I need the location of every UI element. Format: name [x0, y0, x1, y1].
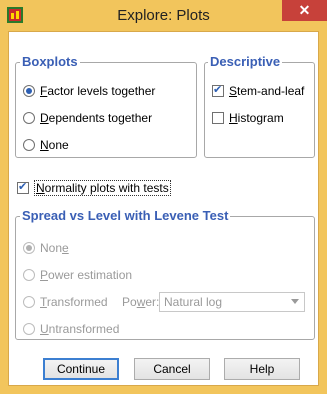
dependents-together-option[interactable]: Dependents together: [23, 110, 152, 126]
untransformed-label: Untransformed: [40, 322, 120, 336]
normality-plots-checkbox[interactable]: [17, 180, 29, 194]
histogram-option[interactable]: Histogram: [212, 110, 284, 126]
histogram-checkbox[interactable]: [212, 112, 224, 124]
histogram-label: Histogram: [229, 111, 284, 125]
power-field-label: Power:: [122, 295, 160, 309]
normality-plots-label: Normality plots with tests: [34, 180, 171, 196]
transformed-option[interactable]: Transformed: [23, 294, 108, 310]
power-select[interactable]: Natural log: [159, 292, 305, 312]
window-title: Explore: Plots: [117, 7, 210, 24]
factor-levels-together-radio[interactable]: [23, 85, 35, 97]
power-estimation-radio[interactable]: [23, 269, 35, 281]
descriptive-group-label: Descriptive: [208, 54, 283, 69]
power-estimation-option[interactable]: Power estimation: [23, 267, 132, 283]
none-boxplot-label: None: [40, 138, 69, 152]
spread-vs-level-group: Spread vs Level with Levene Test None Po…: [15, 208, 315, 340]
explore-plots-dialog: Explore: Plots ✕ Boxplots Factor levels …: [0, 0, 327, 394]
normality-plots-option[interactable]: Normality plots with tests: [17, 180, 171, 196]
close-icon: ✕: [298, 2, 311, 18]
dependents-together-label: Dependents together: [40, 111, 153, 125]
stem-and-leaf-checkbox[interactable]: [212, 83, 224, 97]
stem-and-leaf-label: Stem-and-leaf: [229, 84, 305, 98]
continue-button[interactable]: Continue: [43, 358, 119, 380]
untransformed-option[interactable]: Untransformed: [23, 321, 119, 337]
cancel-button[interactable]: Cancel: [134, 358, 210, 380]
boxplots-group-label: Boxplots: [20, 54, 80, 69]
dialog-body: Boxplots Factor levels together Dependen…: [8, 31, 319, 386]
none-boxplot-radio[interactable]: [23, 139, 35, 151]
transformed-label: Transformed: [40, 295, 108, 309]
boxplots-group: Boxplots Factor levels together Dependen…: [15, 54, 197, 158]
dependents-together-radio[interactable]: [23, 112, 35, 124]
spread-none-option[interactable]: None: [23, 240, 69, 256]
title-bar[interactable]: Explore: Plots ✕: [0, 0, 327, 31]
spread-none-radio[interactable]: [23, 242, 35, 254]
power-select-value: Natural log: [164, 295, 223, 309]
chevron-down-icon: [291, 299, 299, 304]
factor-levels-together-option[interactable]: Factor levels together: [23, 83, 155, 99]
none-boxplot-option[interactable]: None: [23, 137, 69, 153]
help-button[interactable]: Help: [224, 358, 300, 380]
spread-none-label: None: [40, 241, 69, 255]
stem-and-leaf-option[interactable]: Stem-and-leaf: [212, 83, 304, 99]
factor-levels-together-label: Factor levels together: [40, 84, 156, 98]
transformed-radio[interactable]: [23, 296, 35, 308]
descriptive-group: Descriptive Stem-and-leaf Histogram: [204, 54, 315, 158]
close-button[interactable]: ✕: [282, 0, 327, 21]
power-estimation-label: Power estimation: [40, 268, 133, 282]
untransformed-radio[interactable]: [23, 323, 35, 335]
spread-vs-level-group-label: Spread vs Level with Levene Test: [20, 208, 231, 223]
